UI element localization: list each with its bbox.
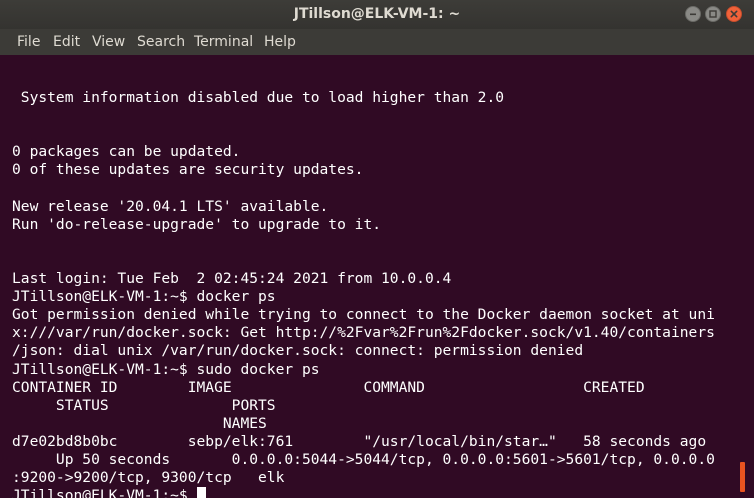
- window-title: JTillson@ELK-VM-1: ~: [293, 6, 461, 22]
- menu-view[interactable]: View: [92, 29, 125, 55]
- menu-terminal[interactable]: Terminal: [194, 29, 253, 55]
- terminal-line: CONTAINER ID IMAGE COMMAND CREATED: [12, 378, 645, 396]
- menu-search[interactable]: Search: [137, 29, 185, 55]
- terminal-line: JTillson@ELK-VM-1:~$ sudo docker ps: [12, 360, 320, 378]
- terminal-line: Run 'do-release-upgrade' to upgrade to i…: [12, 215, 382, 233]
- menu-file[interactable]: File: [17, 29, 40, 55]
- terminal-line: Got permission denied while trying to co…: [12, 306, 715, 324]
- menu-bar: File Edit View Search Terminal Help: [0, 29, 754, 55]
- terminal-line: 0 packages can be updated.: [12, 143, 241, 161]
- terminal-line: System information disabled due to load …: [12, 89, 505, 107]
- menu-help[interactable]: Help: [264, 29, 296, 55]
- terminal-text: System information disabled due to load …: [12, 71, 715, 498]
- close-icon: [730, 10, 738, 18]
- terminal-line: NAMES: [12, 414, 267, 432]
- close-button[interactable]: [726, 6, 742, 22]
- terminal-line: d7e02bd8b0bc sebp/elk:761 "/usr/local/bi…: [12, 432, 707, 450]
- maximize-icon: [709, 10, 717, 18]
- maximize-button[interactable]: [705, 6, 721, 22]
- title-bar[interactable]: JTillson@ELK-VM-1: ~: [0, 0, 754, 29]
- terminal-line: :9200->9200/tcp, 9300/tcp elk: [12, 469, 285, 487]
- terminal-line: 0 of these updates are security updates.: [12, 161, 364, 179]
- prompt-line[interactable]: JTillson@ELK-VM-1:~$: [12, 487, 715, 498]
- terminal-line: x:///var/run/docker.sock: Get http://%2F…: [12, 324, 715, 342]
- shell-prompt: JTillson@ELK-VM-1:~$: [12, 487, 197, 498]
- text-cursor: [196, 487, 206, 498]
- terminal-line: New release '20.04.1 LTS' available.: [12, 197, 329, 215]
- terminal-line: /json: dial unix /var/run/docker.sock: c…: [12, 342, 584, 360]
- terminal-window: JTillson@ELK-VM-1: ~ File Edit View Sear…: [0, 0, 754, 498]
- menu-edit[interactable]: Edit: [53, 29, 80, 55]
- terminal-line: Last login: Tue Feb 2 02:45:24 2021 from…: [12, 270, 452, 288]
- minimize-icon: [690, 13, 696, 16]
- terminal-line: JTillson@ELK-VM-1:~$ docker ps: [12, 288, 276, 306]
- terminal-output-area[interactable]: System information disabled due to load …: [0, 55, 754, 498]
- terminal-line: Up 50 seconds 0.0.0.0:5044->5044/tcp, 0.…: [12, 450, 715, 468]
- terminal-line: STATUS PORTS: [12, 396, 276, 414]
- scroll-position-marker[interactable]: [740, 462, 745, 492]
- minimize-button[interactable]: [685, 6, 701, 22]
